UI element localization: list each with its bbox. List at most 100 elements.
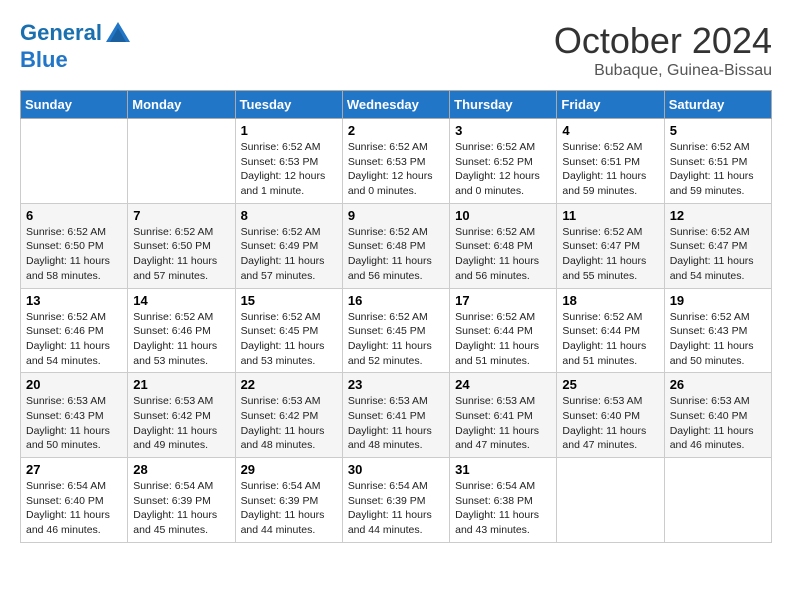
- day-info: Sunrise: 6:54 AMSunset: 6:39 PMDaylight:…: [133, 479, 229, 538]
- location-subtitle: Bubaque, Guinea-Bissau: [554, 62, 772, 80]
- day-info: Sunrise: 6:52 AMSunset: 6:44 PMDaylight:…: [455, 310, 551, 369]
- day-info: Sunrise: 6:52 AMSunset: 6:47 PMDaylight:…: [670, 225, 766, 284]
- col-friday: Friday: [557, 91, 664, 119]
- day-number: 14: [133, 293, 229, 308]
- calendar-cell: 16 Sunrise: 6:52 AMSunset: 6:45 PMDayligh…: [342, 288, 449, 373]
- calendar-cell: 18 Sunrise: 6:52 AMSunset: 6:44 PMDayligh…: [557, 288, 664, 373]
- day-number: 13: [26, 293, 122, 308]
- day-info: Sunrise: 6:52 AMSunset: 6:45 PMDaylight:…: [241, 310, 337, 369]
- day-info: Sunrise: 6:54 AMSunset: 6:39 PMDaylight:…: [348, 479, 444, 538]
- logo-general: General: [20, 20, 102, 45]
- day-number: 10: [455, 208, 551, 223]
- day-number: 1: [241, 123, 337, 138]
- calendar-cell: 28 Sunrise: 6:54 AMSunset: 6:39 PMDayligh…: [128, 458, 235, 543]
- col-sunday: Sunday: [21, 91, 128, 119]
- calendar-cell: 31 Sunrise: 6:54 AMSunset: 6:38 PMDayligh…: [450, 458, 557, 543]
- page-header: General Blue October 2024 Bubaque, Guine…: [20, 20, 772, 80]
- month-title: October 2024: [554, 20, 772, 62]
- day-info: Sunrise: 6:53 AMSunset: 6:41 PMDaylight:…: [455, 394, 551, 453]
- day-number: 16: [348, 293, 444, 308]
- header-row: Sunday Monday Tuesday Wednesday Thursday…: [21, 91, 772, 119]
- day-info: Sunrise: 6:52 AMSunset: 6:43 PMDaylight:…: [670, 310, 766, 369]
- day-number: 18: [562, 293, 658, 308]
- calendar-cell: 13Sunrise: 6:52 AMSunset: 6:46 PMDayligh…: [21, 288, 128, 373]
- calendar-cell: 2Sunrise: 6:52 AMSunset: 6:53 PMDaylight…: [342, 119, 449, 204]
- calendar-cell: 11Sunrise: 6:52 AMSunset: 6:47 PMDayligh…: [557, 203, 664, 288]
- day-info: Sunrise: 6:53 AMSunset: 6:41 PMDaylight:…: [348, 394, 444, 453]
- day-number: 21: [133, 377, 229, 392]
- calendar-cell: 19 Sunrise: 6:52 AMSunset: 6:43 PMDayligh…: [664, 288, 771, 373]
- day-info: Sunrise: 6:53 AMSunset: 6:40 PMDaylight:…: [562, 394, 658, 453]
- day-info: Sunrise: 6:52 AMSunset: 6:45 PMDaylight:…: [348, 310, 444, 369]
- calendar-cell: 12 Sunrise: 6:52 AMSunset: 6:47 PMDayligh…: [664, 203, 771, 288]
- calendar-cell: 20Sunrise: 6:53 AMSunset: 6:43 PMDayligh…: [21, 373, 128, 458]
- day-number: 5: [670, 123, 766, 138]
- title-block: October 2024 Bubaque, Guinea-Bissau: [554, 20, 772, 80]
- col-tuesday: Tuesday: [235, 91, 342, 119]
- calendar-cell: [557, 458, 664, 543]
- calendar-cell: 5 Sunrise: 6:52 AMSunset: 6:51 PMDaylight…: [664, 119, 771, 204]
- calendar-week-2: 6 Sunrise: 6:52 AMSunset: 6:50 PMDaylight…: [21, 203, 772, 288]
- calendar-cell: 23Sunrise: 6:53 AMSunset: 6:41 PMDayligh…: [342, 373, 449, 458]
- calendar-cell: 15 Sunrise: 6:52 AMSunset: 6:45 PMDayligh…: [235, 288, 342, 373]
- day-info: Sunrise: 6:53 AMSunset: 6:42 PMDaylight:…: [133, 394, 229, 453]
- calendar-week-5: 27 Sunrise: 6:54 AMSunset: 6:40 PMDayligh…: [21, 458, 772, 543]
- day-number: 15: [241, 293, 337, 308]
- calendar-cell: 1Sunrise: 6:52 AMSunset: 6:53 PMDaylight…: [235, 119, 342, 204]
- col-saturday: Saturday: [664, 91, 771, 119]
- day-info: Sunrise: 6:52 AMSunset: 6:51 PMDaylight:…: [562, 140, 658, 199]
- calendar-cell: 6Sunrise: 6:52 AMSunset: 6:50 PMDaylight…: [21, 203, 128, 288]
- calendar-week-4: 20Sunrise: 6:53 AMSunset: 6:43 PMDayligh…: [21, 373, 772, 458]
- day-info: Sunrise: 6:52 AMSunset: 6:52 PMDaylight:…: [455, 140, 551, 199]
- day-info: Sunrise: 6:54 AMSunset: 6:39 PMDaylight:…: [241, 479, 337, 538]
- day-number: 28: [133, 462, 229, 477]
- day-number: 19: [670, 293, 766, 308]
- calendar-cell: 25 Sunrise: 6:53 AMSunset: 6:40 PMDayligh…: [557, 373, 664, 458]
- calendar-cell: 14 Sunrise: 6:52 AMSunset: 6:46 PMDayligh…: [128, 288, 235, 373]
- day-info: Sunrise: 6:52 AMSunset: 6:46 PMDaylight:…: [133, 310, 229, 369]
- day-number: 25: [562, 377, 658, 392]
- day-number: 6: [26, 208, 122, 223]
- day-info: Sunrise: 6:53 AMSunset: 6:40 PMDaylight:…: [670, 394, 766, 453]
- day-info: Sunrise: 6:54 AMSunset: 6:40 PMDaylight:…: [26, 479, 122, 538]
- col-wednesday: Wednesday: [342, 91, 449, 119]
- day-info: Sunrise: 6:52 AMSunset: 6:53 PMDaylight:…: [348, 140, 444, 199]
- day-info: Sunrise: 6:54 AMSunset: 6:38 PMDaylight:…: [455, 479, 551, 538]
- day-info: Sunrise: 6:52 AMSunset: 6:51 PMDaylight:…: [670, 140, 766, 199]
- calendar-cell: 29 Sunrise: 6:54 AMSunset: 6:39 PMDayligh…: [235, 458, 342, 543]
- day-number: 24: [455, 377, 551, 392]
- calendar-cell: 30 Sunrise: 6:54 AMSunset: 6:39 PMDayligh…: [342, 458, 449, 543]
- day-info: Sunrise: 6:53 AMSunset: 6:43 PMDaylight:…: [26, 394, 122, 453]
- calendar-cell: [664, 458, 771, 543]
- calendar-table: Sunday Monday Tuesday Wednesday Thursday…: [20, 90, 772, 543]
- day-number: 4: [562, 123, 658, 138]
- day-number: 22: [241, 377, 337, 392]
- day-number: 26: [670, 377, 766, 392]
- day-number: 30: [348, 462, 444, 477]
- day-number: 29: [241, 462, 337, 477]
- logo: General Blue: [20, 20, 132, 72]
- day-info: Sunrise: 6:52 AMSunset: 6:50 PMDaylight:…: [133, 225, 229, 284]
- day-info: Sunrise: 6:52 AMSunset: 6:49 PMDaylight:…: [241, 225, 337, 284]
- calendar-cell: 26 Sunrise: 6:53 AMSunset: 6:40 PMDayligh…: [664, 373, 771, 458]
- col-monday: Monday: [128, 91, 235, 119]
- day-info: Sunrise: 6:52 AMSunset: 6:48 PMDaylight:…: [348, 225, 444, 284]
- day-number: 12: [670, 208, 766, 223]
- day-number: 31: [455, 462, 551, 477]
- col-thursday: Thursday: [450, 91, 557, 119]
- calendar-cell: [21, 119, 128, 204]
- calendar-week-1: 1 Sunrise: 6:52 AMSunset: 6:53 PMDaylight…: [21, 119, 772, 204]
- day-number: 8: [241, 208, 337, 223]
- logo-blue: Blue: [20, 47, 68, 72]
- calendar-week-3: 13 Sunrise: 6:52 AMSunset: 6:46 PMDayligh…: [21, 288, 772, 373]
- day-number: 7: [133, 208, 229, 223]
- calendar-cell: 3Sunrise: 6:52 AMSunset: 6:52 PMDaylight…: [450, 119, 557, 204]
- calendar-cell: 22Sunrise: 6:53 AMSunset: 6:42 PMDayligh…: [235, 373, 342, 458]
- day-info: Sunrise: 6:52 AMSunset: 6:44 PMDaylight:…: [562, 310, 658, 369]
- calendar-cell: 4 Sunrise: 6:52 AMSunset: 6:51 PMDaylight…: [557, 119, 664, 204]
- day-number: 17: [455, 293, 551, 308]
- calendar-cell: 7 Sunrise: 6:52 AMSunset: 6:50 PMDaylight…: [128, 203, 235, 288]
- calendar-cell: 17 Sunrise: 6:52 AMSunset: 6:44 PMDayligh…: [450, 288, 557, 373]
- day-number: 11: [562, 208, 658, 223]
- day-number: 27: [26, 462, 122, 477]
